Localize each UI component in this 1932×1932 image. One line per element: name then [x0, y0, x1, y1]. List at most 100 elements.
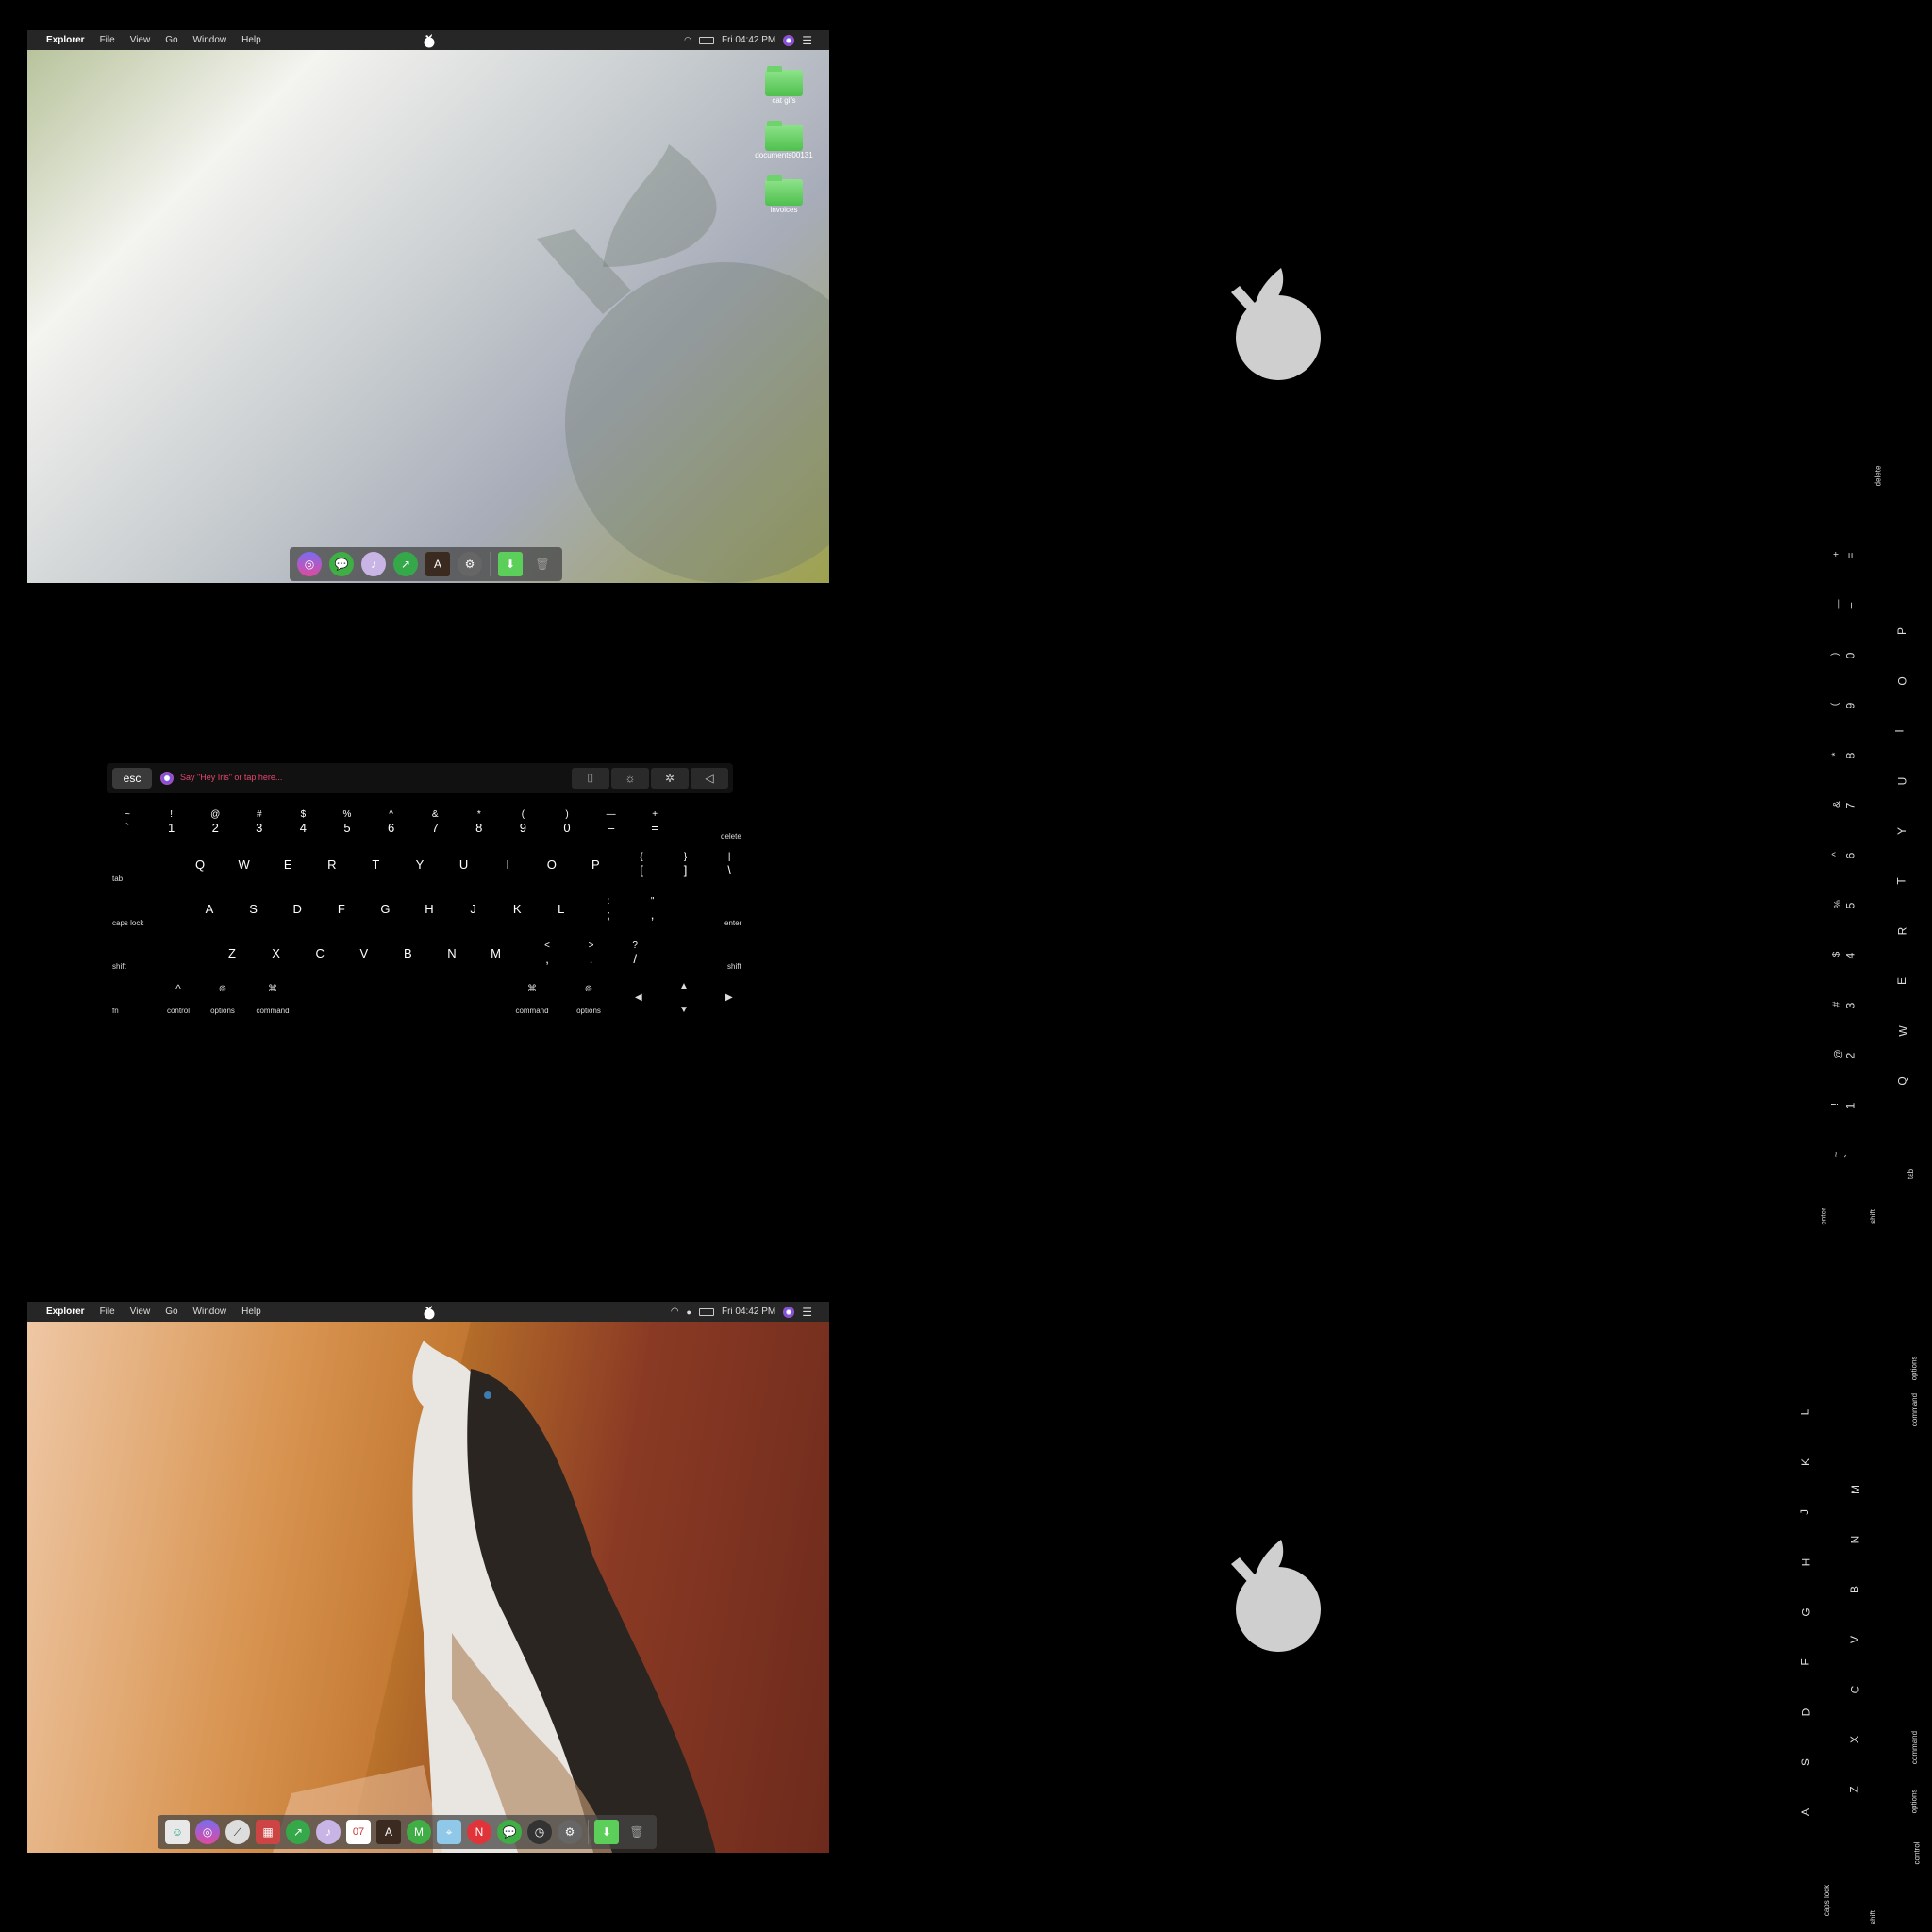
menu-file[interactable]: File	[92, 1307, 123, 1317]
key-i[interactable]: I	[493, 858, 522, 872]
side-key-num-shift-0[interactable]: +	[1831, 552, 1841, 558]
key-q[interactable]: Q	[186, 858, 214, 872]
key-num-8[interactable]: * 8	[460, 808, 498, 835]
side-delete-key[interactable]: delete	[1874, 466, 1882, 487]
calendar-app-icon[interactable]: 07	[346, 1820, 371, 1844]
key-num-4[interactable]: $4	[284, 808, 322, 835]
browser-app-icon[interactable]: ↗	[286, 1820, 310, 1844]
right-shift-key[interactable]: shift	[727, 962, 741, 971]
messages-app-icon[interactable]: 💬	[497, 1820, 522, 1844]
side-key-num-10[interactable]: 2	[1843, 1053, 1857, 1059]
mail-app-icon[interactable]: M	[407, 1820, 431, 1844]
menu-view[interactable]: View	[123, 1307, 158, 1317]
side-key-num-9[interactable]: 3	[1843, 1003, 1857, 1009]
key-j[interactable]: J	[459, 902, 488, 916]
tab-key[interactable]: tab	[112, 874, 123, 883]
side-key-y[interactable]: Y	[1895, 827, 1908, 835]
trash-icon[interactable]: 🗑	[530, 552, 555, 576]
side-key-n[interactable]: N	[1848, 1536, 1861, 1544]
side-options-key[interactable]: options	[1909, 1790, 1918, 1814]
side-key-num-7[interactable]: 5	[1843, 903, 1857, 909]
side-key-num-shift-7[interactable]: %	[1833, 900, 1843, 908]
chat-icon[interactable]: ●	[687, 1307, 691, 1317]
side-key-num-shift-10[interactable]: @	[1834, 1049, 1844, 1058]
menu-window[interactable]: Window	[186, 35, 235, 45]
side-key-num-shift-5[interactable]: &	[1832, 801, 1842, 808]
side-command-key[interactable]: command	[1910, 1731, 1919, 1764]
notification-center-icon[interactable]: ☰	[802, 34, 812, 47]
key-m[interactable]: M	[482, 946, 510, 960]
menu-app-name[interactable]: Explorer	[27, 1307, 92, 1317]
side-key-r[interactable]: R	[1895, 927, 1908, 936]
side-key-m[interactable]: M	[1849, 1485, 1862, 1494]
maps-app-icon[interactable]: ⌖	[437, 1820, 461, 1844]
menu-go[interactable]: Go	[158, 35, 185, 45]
side-key-i[interactable]: I	[1893, 729, 1907, 732]
apple-logo-icon[interactable]	[422, 1305, 437, 1320]
settings-gear-icon[interactable]: ⚙	[558, 1820, 582, 1844]
side-key-num-shift-4[interactable]: *	[1830, 753, 1840, 757]
key-num-0[interactable]: ~ `	[108, 808, 146, 835]
side-key-num-12[interactable]: `	[1842, 1154, 1856, 1158]
side-key-num-1[interactable]: –	[1843, 603, 1857, 609]
side-key-k[interactable]: K	[1799, 1458, 1812, 1466]
control-key[interactable]: control	[159, 1007, 197, 1015]
key-w[interactable]: W	[230, 858, 258, 872]
side-key-u[interactable]: U	[1895, 777, 1908, 786]
key-s[interactable]: S	[240, 902, 268, 916]
menu-help[interactable]: Help	[234, 35, 269, 45]
brightness-down-icon[interactable]: ✲	[651, 768, 689, 789]
clock-app-icon[interactable]: ◷	[527, 1820, 552, 1844]
side-options-key[interactable]: options	[1909, 1357, 1918, 1381]
siri-app-icon[interactable]: ◎	[195, 1820, 220, 1844]
side-key-num-3[interactable]: 9	[1843, 703, 1857, 709]
side-key-l[interactable]: L	[1798, 1409, 1811, 1416]
messages-app-icon[interactable]: 💬	[329, 552, 354, 576]
volume-icon[interactable]: ◁	[691, 768, 728, 789]
key-bracket-2[interactable]: | \	[710, 851, 748, 877]
key-e[interactable]: E	[274, 858, 302, 872]
menu-window[interactable]: Window	[186, 1307, 235, 1317]
side-shift-key[interactable]: shift	[1869, 1910, 1877, 1924]
brightness-up-icon[interactable]: ☼	[611, 768, 649, 789]
side-key-h[interactable]: H	[1799, 1558, 1812, 1567]
key-h[interactable]: H	[415, 902, 443, 916]
key-x[interactable]: X	[262, 946, 291, 960]
menu-view[interactable]: View	[123, 35, 158, 45]
notification-center-icon[interactable]: ☰	[802, 1306, 812, 1319]
menu-go[interactable]: Go	[158, 1307, 185, 1317]
side-key-w[interactable]: W	[1897, 1025, 1910, 1036]
side-key-t[interactable]: T	[1895, 877, 1908, 884]
key-punct-1[interactable]: ",	[634, 895, 672, 922]
key-num-10[interactable]: ) 0	[548, 808, 586, 835]
trash-icon[interactable]: 🗑	[625, 1820, 649, 1844]
side-key-g[interactable]: G	[1800, 1607, 1813, 1616]
key-a[interactable]: A	[195, 902, 224, 916]
caps-lock-key[interactable]: caps lock	[112, 919, 143, 927]
side-key-v[interactable]: V	[1848, 1636, 1861, 1643]
key-punct-0[interactable]: :;	[590, 895, 627, 922]
launchpad-app-icon[interactable]: ⟋	[225, 1820, 250, 1844]
side-key-b[interactable]: B	[1848, 1586, 1861, 1593]
side-key-num-2[interactable]: 0	[1843, 653, 1857, 659]
key-sym-2[interactable]: ? /	[616, 940, 654, 966]
side-key-j[interactable]: J	[1798, 1509, 1811, 1515]
side-key-num-shift-11[interactable]: !	[1830, 1103, 1840, 1106]
siri-icon[interactable]	[783, 34, 795, 46]
side-key-num-shift-6[interactable]: ^	[1831, 852, 1841, 857]
finder-app-icon[interactable]: ☺	[165, 1820, 190, 1844]
side-key-num-shift-2[interactable]: )	[1830, 653, 1840, 656]
side-key-num-shift-9[interactable]: #	[1831, 1002, 1841, 1008]
side-key-num-shift-1[interactable]: —	[1834, 600, 1844, 609]
folder-cat-gifs[interactable]: cat gifs	[746, 66, 822, 105]
siri-prompt[interactable]: Say "Hey Iris" or tap here...	[180, 773, 282, 782]
siri-icon[interactable]	[160, 772, 174, 785]
side-key-p[interactable]: P	[1895, 627, 1908, 635]
menu-file[interactable]: File	[92, 35, 123, 45]
side-key-a[interactable]: A	[1799, 1808, 1812, 1816]
arrow-left-key[interactable]: ◀	[635, 992, 642, 1003]
key-g[interactable]: G	[371, 902, 399, 916]
key-o[interactable]: O	[538, 858, 566, 872]
side-key-num-4[interactable]: 8	[1843, 753, 1857, 759]
left-options-key[interactable]: options	[204, 1007, 242, 1015]
